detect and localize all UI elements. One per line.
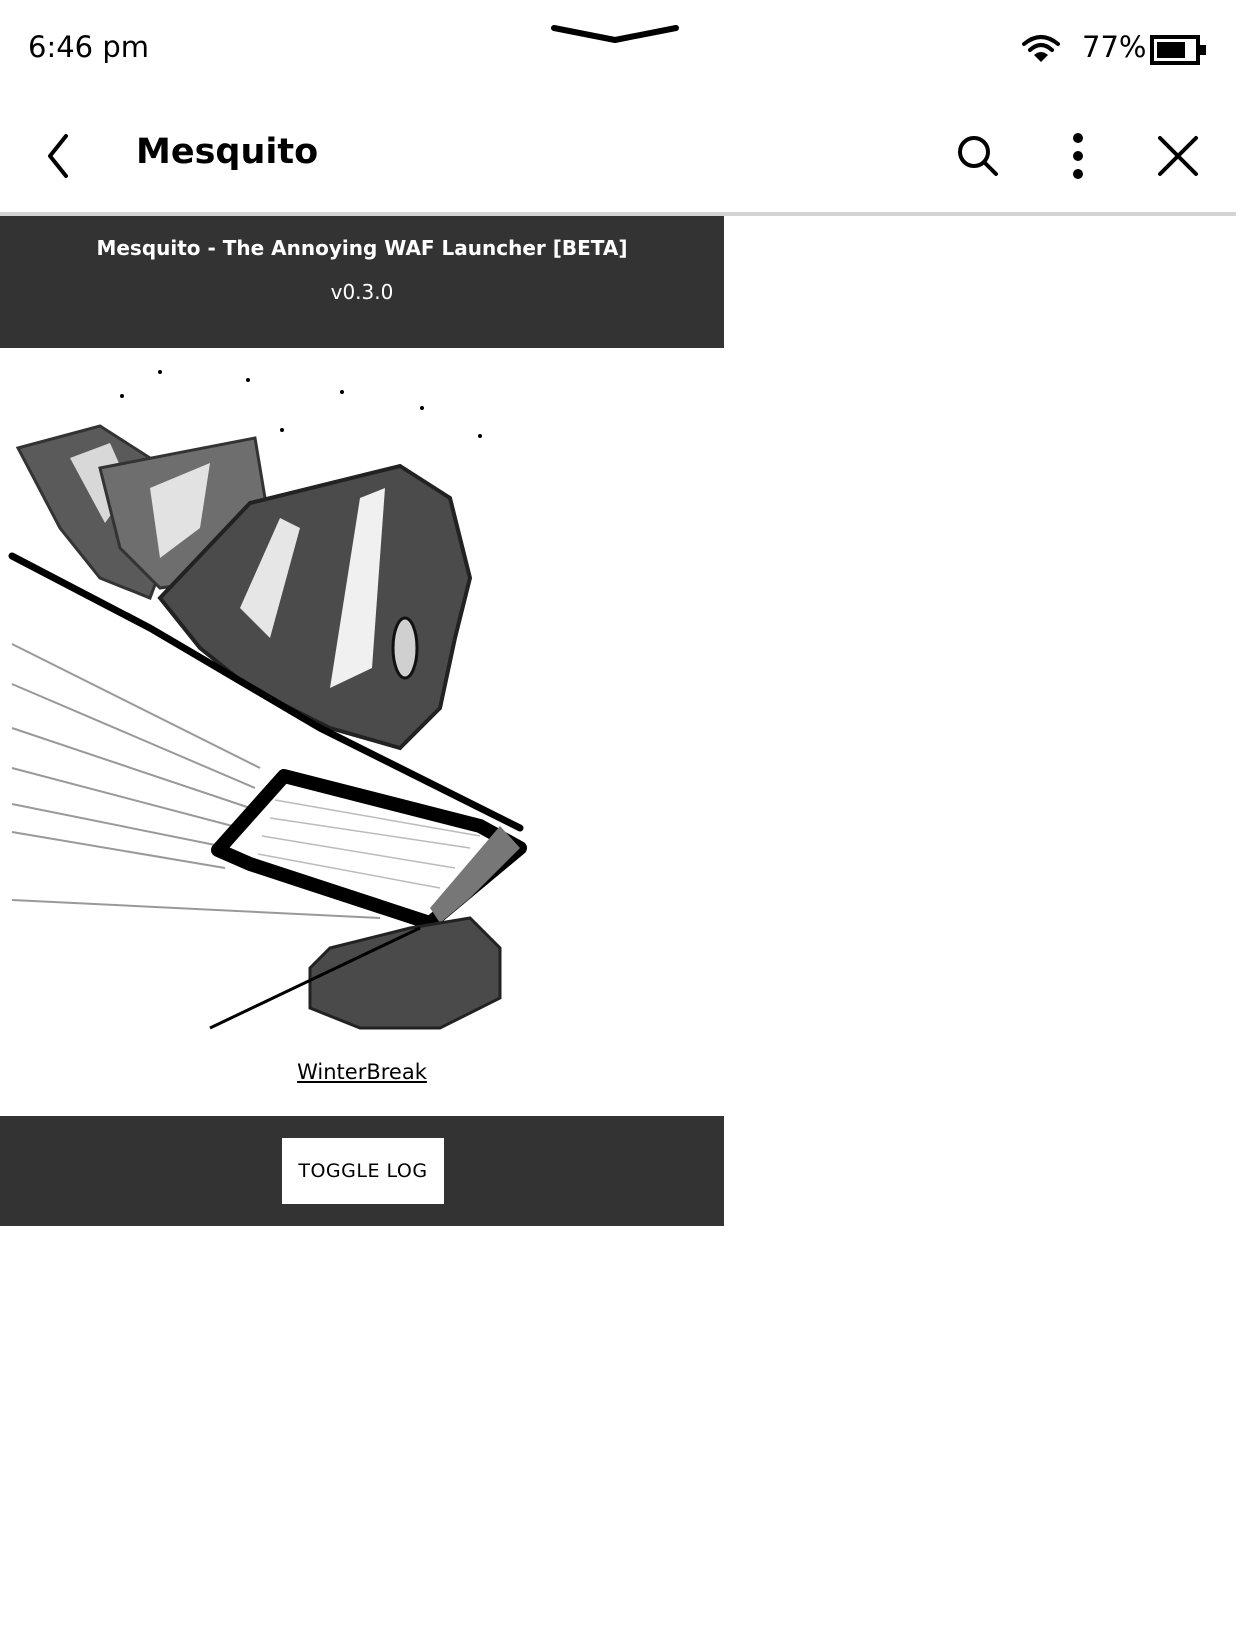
search-icon[interactable] [954,132,1002,180]
wifi-icon [1022,35,1060,62]
mosquito-sketch-illustration [8,370,527,1030]
app-footer: TOGGLE LOG [0,1116,724,1226]
pull-down-handle-icon[interactable] [550,22,680,46]
app-header: Mesquito - The Annoying WAF Launcher [BE… [0,216,724,348]
app-panel: Mesquito - The Annoying WAF Launcher [BE… [0,216,724,1226]
close-icon[interactable] [1154,132,1202,180]
toggle-log-button[interactable]: TOGGLE LOG [282,1138,444,1204]
top-nav-bar: Mesquito [0,100,1236,216]
back-icon[interactable] [36,128,80,184]
status-time: 6:46 pm [28,30,149,64]
app-title: Mesquito - The Annoying WAF Launcher [BE… [96,236,628,260]
link-row: WinterBreak [0,1060,724,1116]
page-title: Mesquito [136,132,319,172]
winterbreak-link[interactable]: WinterBreak [297,1060,427,1084]
battery-percent: 77% [1082,30,1147,64]
status-bar: 6:46 pm 77% [0,0,1236,100]
app-version: v0.3.0 [330,280,394,304]
battery-icon [1150,35,1206,65]
artwork-area [0,348,724,1060]
more-icon[interactable] [1054,132,1102,180]
